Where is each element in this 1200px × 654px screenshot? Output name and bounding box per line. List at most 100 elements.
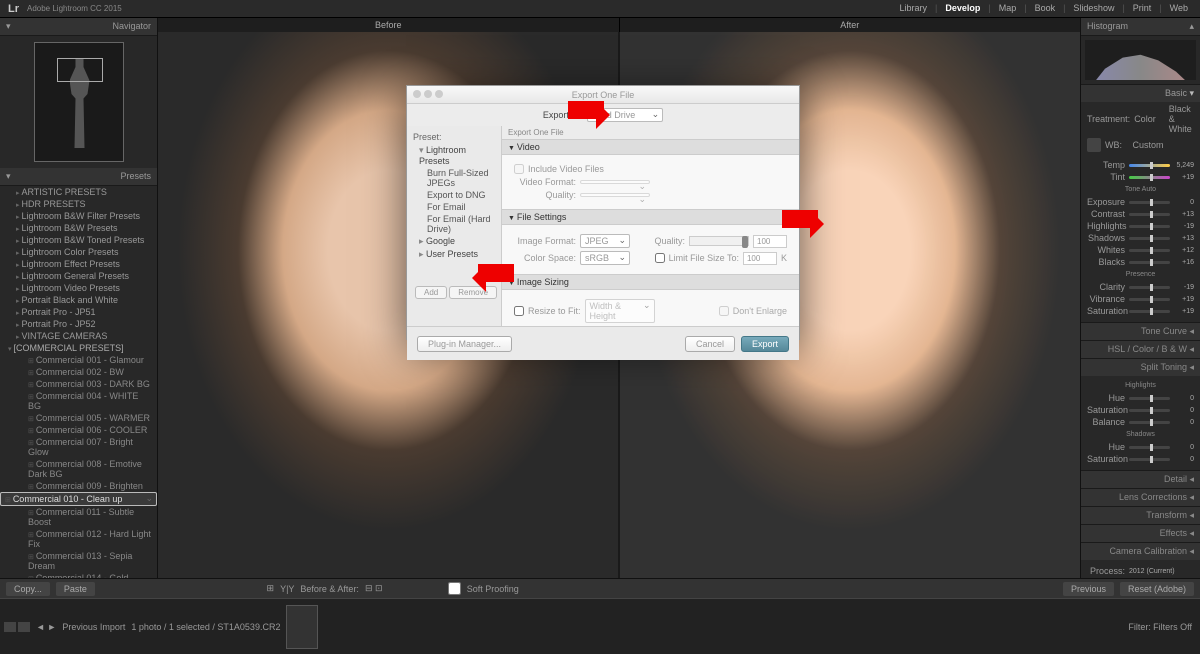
nav-book[interactable]: Book	[1035, 3, 1056, 13]
preset-folder[interactable]: Lightroom Color Presets	[0, 246, 157, 258]
preset-folder[interactable]: Lightroom General Presets	[0, 270, 157, 282]
preset-item[interactable]: Commercial 012 - Hard Light Fix	[0, 528, 157, 550]
preset-folder[interactable]: Lightroom B&W Filter Presets	[0, 210, 157, 222]
preset-folder[interactable]: VINTAGE CAMERAS	[0, 330, 157, 342]
preset-item[interactable]: Commercial 006 - COOLER	[0, 424, 157, 436]
previous-button[interactable]: Previous	[1063, 582, 1114, 596]
slider[interactable]	[1129, 286, 1170, 289]
reset-button[interactable]: Reset (Adobe)	[1120, 582, 1194, 596]
paste-button[interactable]: Paste	[56, 582, 95, 596]
nav-slideshow[interactable]: Slideshow	[1073, 3, 1114, 13]
presets-header[interactable]: ▾Presets	[0, 168, 157, 186]
histogram-header[interactable]: Histogram▴	[1081, 18, 1200, 36]
tone_curve-header[interactable]: Tone Curve ◂	[1081, 323, 1200, 340]
slider[interactable]	[1129, 176, 1170, 179]
slider[interactable]	[1129, 421, 1170, 424]
add-preset-button[interactable]: Add	[415, 286, 447, 299]
preset-folder[interactable]: Portrait Black and White	[0, 294, 157, 306]
user-presets-group[interactable]: User Presets	[411, 248, 497, 261]
preset-item[interactable]: Commercial 002 - BW	[0, 366, 157, 378]
plugin-manager-button[interactable]: Plug-in Manager...	[417, 336, 512, 352]
export-button[interactable]: Export	[741, 336, 789, 352]
preset-item[interactable]: Commercial 004 - WHITE BG	[0, 390, 157, 412]
export-preset-item[interactable]: Burn Full-Sized JPEGs	[411, 167, 497, 189]
wb-dropper-icon[interactable]	[1087, 138, 1101, 152]
quality-slider[interactable]	[689, 236, 749, 246]
ba-mode-icon[interactable]: ⊟ ⊡	[365, 583, 383, 594]
hsl-header[interactable]: HSL / Color / B & W ◂	[1081, 341, 1200, 358]
slider[interactable]	[1129, 201, 1170, 204]
google-group[interactable]: Google	[411, 235, 497, 248]
preset-item[interactable]: Commercial 013 - Sepia Dream	[0, 550, 157, 572]
close-icon[interactable]	[413, 90, 421, 98]
basic-header[interactable]: Basic ▾	[1081, 85, 1200, 102]
source-label[interactable]: Previous Import	[62, 622, 125, 632]
slider[interactable]	[1129, 397, 1170, 400]
nav-web[interactable]: Web	[1170, 3, 1188, 13]
preset-item[interactable]: Commercial 011 - Subtle Boost	[0, 506, 157, 528]
detail-header[interactable]: Detail ◂	[1081, 471, 1200, 488]
cancel-button[interactable]: Cancel	[685, 336, 735, 352]
preset-item[interactable]: Commercial 003 - DARK BG	[0, 378, 157, 390]
minimize-icon[interactable]	[424, 90, 432, 98]
lens-header[interactable]: Lens Corrections ◂	[1081, 489, 1200, 506]
effects-header[interactable]: Effects ◂	[1081, 525, 1200, 542]
second-monitor-icon[interactable]	[18, 622, 30, 632]
file-section-header[interactable]: File Settings	[502, 209, 799, 225]
slider[interactable]	[1129, 213, 1170, 216]
nav-library[interactable]: Library	[899, 3, 927, 13]
zoom-icon[interactable]	[435, 90, 443, 98]
wb-value[interactable]: Custom	[1133, 140, 1164, 150]
transform-header[interactable]: Transform ◂	[1081, 507, 1200, 524]
preset-folder[interactable]: Portrait Pro - JP51	[0, 306, 157, 318]
filters-off[interactable]: Filters Off	[1153, 622, 1192, 632]
nav-develop[interactable]: Develop	[945, 3, 980, 13]
slider[interactable]	[1129, 164, 1170, 167]
preset-item[interactable]: Commercial 010 - Clean up	[0, 492, 157, 506]
slider[interactable]	[1129, 249, 1170, 252]
compare-icon[interactable]: Y|Y	[280, 584, 294, 594]
histogram[interactable]	[1085, 40, 1196, 80]
filmstrip-thumb[interactable]	[286, 605, 318, 649]
preset-item[interactable]: Commercial 009 - Brighten	[0, 480, 157, 492]
preset-folder[interactable]: HDR PRESETS	[0, 198, 157, 210]
slider[interactable]	[1129, 458, 1170, 461]
limit-size-checkbox[interactable]	[655, 253, 665, 263]
preset-item[interactable]: Commercial 001 - Glamour	[0, 354, 157, 366]
treatment-bw[interactable]: Black & White	[1169, 104, 1194, 134]
arrow-icon[interactable]: ◄ ►	[36, 622, 56, 632]
split-header[interactable]: Split Toning ◂	[1081, 359, 1200, 376]
export-preset-item[interactable]: For Email (Hard Drive)	[411, 213, 497, 235]
preset-folder-open[interactable]: [COMMERCIAL PRESETS]	[0, 342, 157, 354]
resize-mode-select[interactable]: Width & Height	[585, 299, 655, 323]
slider[interactable]	[1129, 261, 1170, 264]
slider[interactable]	[1129, 225, 1170, 228]
preset-folder[interactable]: ARTISTIC PRESETS	[0, 186, 157, 198]
quality-input[interactable]	[753, 235, 787, 248]
navigator-thumb[interactable]	[34, 42, 124, 162]
preset-folder[interactable]: Lightroom B&W Presets	[0, 222, 157, 234]
resize-checkbox[interactable]	[514, 306, 524, 316]
sizing-section-header[interactable]: Image Sizing	[502, 274, 799, 290]
nav-print[interactable]: Print	[1133, 3, 1152, 13]
preset-folder[interactable]: Lightroom Effect Presets	[0, 258, 157, 270]
soft-proof-checkbox[interactable]	[448, 582, 461, 595]
video-section-header[interactable]: Video	[502, 139, 799, 155]
slider[interactable]	[1129, 298, 1170, 301]
slider[interactable]	[1129, 446, 1170, 449]
camera-header[interactable]: Camera Calibration ◂	[1081, 543, 1200, 560]
preset-folder[interactable]: Lightroom Video Presets	[0, 282, 157, 294]
slider[interactable]	[1129, 310, 1170, 313]
copy-button[interactable]: Copy...	[6, 582, 50, 596]
slider[interactable]	[1129, 409, 1170, 412]
preset-item[interactable]: Commercial 005 - WARMER	[0, 412, 157, 424]
grid-icon[interactable]	[4, 622, 16, 632]
export-preset-item[interactable]: Export to DNG	[411, 189, 497, 201]
preset-folder[interactable]: Portrait Pro - JP52	[0, 318, 157, 330]
export-preset-item[interactable]: For Email	[411, 201, 497, 213]
treatment-color[interactable]: Color	[1134, 114, 1156, 124]
preset-item[interactable]: Commercial 014 - Gold Plate	[0, 572, 157, 578]
nav-map[interactable]: Map	[999, 3, 1017, 13]
navigator-header[interactable]: ▾Navigator	[0, 18, 157, 36]
preset-item[interactable]: Commercial 007 - Bright Glow	[0, 436, 157, 458]
